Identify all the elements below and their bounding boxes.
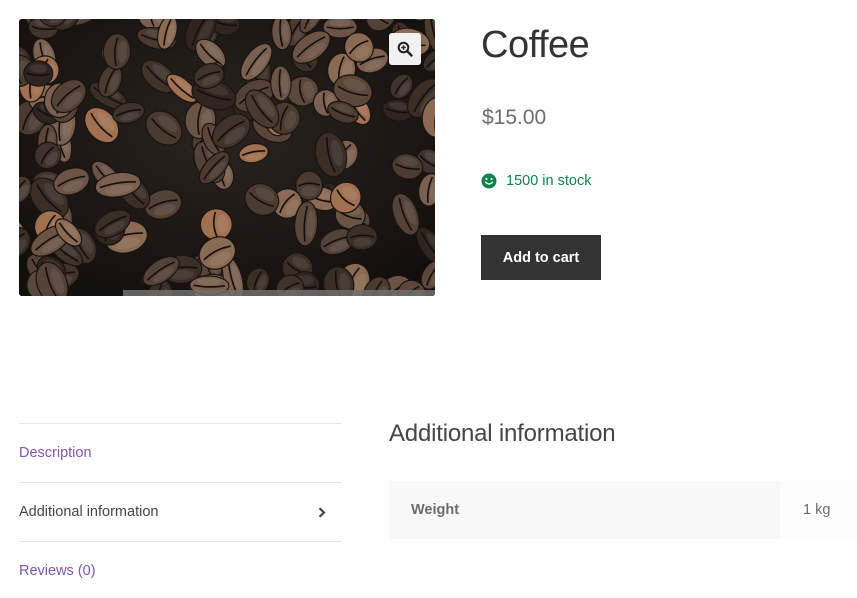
attribute-value-weight: 1 kg <box>780 481 857 539</box>
tab-label: Additional information <box>19 504 159 520</box>
product-image[interactable] <box>19 19 435 296</box>
stock-text: 1500 in stock <box>506 173 592 189</box>
product-price: $15.00 <box>482 106 547 129</box>
stock-status: 1500 in stock <box>481 173 591 189</box>
magnifier-zoom-icon <box>397 41 413 57</box>
tab-label: Description <box>19 445 92 461</box>
additional-information-panel: Additional information Weight 1 kg <box>389 420 857 539</box>
tab-additional-information[interactable]: Additional information <box>19 482 342 541</box>
add-to-cart-button[interactable]: Add to cart <box>481 235 601 280</box>
attribute-label-weight: Weight <box>389 481 780 539</box>
tab-description[interactable]: Description <box>19 423 342 482</box>
tab-label: Reviews (0) <box>19 563 96 579</box>
gallery-scrollbar[interactable] <box>123 290 435 296</box>
tab-reviews[interactable]: Reviews (0) <box>19 541 342 598</box>
panel-title: Additional information <box>389 420 616 447</box>
smiley-icon <box>481 173 497 189</box>
attributes-table: Weight 1 kg <box>389 481 857 539</box>
product-summary: Coffee $15.00 1500 in stock Add to cart <box>481 20 841 280</box>
product-tabs: Description Additional information Revie… <box>19 423 342 598</box>
chevron-right-icon <box>318 506 326 518</box>
product-title: Coffee <box>481 24 590 66</box>
zoom-button[interactable] <box>389 33 421 65</box>
coffee-beans-photo <box>19 19 435 296</box>
